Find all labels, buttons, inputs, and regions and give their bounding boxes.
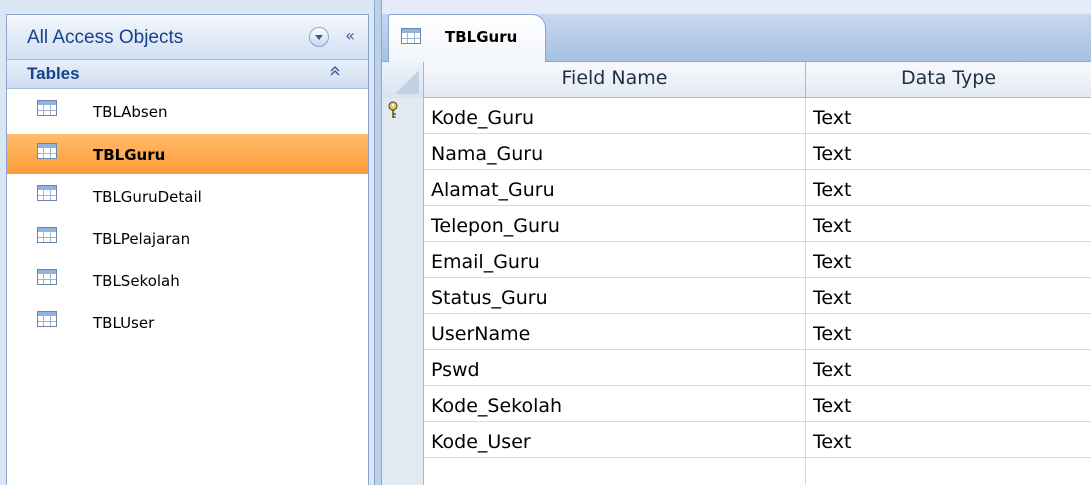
cell-field-name[interactable]: Telepon_Guru xyxy=(424,206,806,242)
table-icon xyxy=(37,185,57,201)
table-icon xyxy=(37,143,57,159)
cell-field-name[interactable]: Pswd xyxy=(424,350,806,386)
cell-data-type[interactable]: Text xyxy=(806,422,1091,458)
document-tab-bar: TBLGuru xyxy=(382,0,1091,62)
cell-data-type[interactable]: Text xyxy=(806,278,1091,314)
row-selector[interactable] xyxy=(382,350,424,386)
row-selector[interactable] xyxy=(382,386,424,422)
cell-data-type[interactable]: Text xyxy=(806,206,1091,242)
table-row[interactable]: Nama_Guru Text xyxy=(382,134,1091,170)
table-icon xyxy=(37,269,57,285)
nav-item-tblpelajaran[interactable]: TBLPelajaran xyxy=(7,216,368,258)
cell-data-type[interactable]: Text xyxy=(806,350,1091,386)
row-selector[interactable] xyxy=(382,98,424,134)
row-selector[interactable] xyxy=(382,278,424,314)
table-row[interactable]: Status_Guru Text xyxy=(382,278,1091,314)
nav-item-label: TBLPelajaran xyxy=(93,230,191,248)
cell-field-name[interactable]: Status_Guru xyxy=(424,278,806,314)
cell-field-name[interactable]: Nama_Guru xyxy=(424,134,806,170)
cell-field-name[interactable] xyxy=(424,458,806,485)
cell-field-name[interactable]: Kode_Guru xyxy=(424,98,806,134)
table-row[interactable]: Kode_Guru Text xyxy=(382,98,1091,134)
table-row[interactable] xyxy=(382,458,1091,485)
row-selector[interactable] xyxy=(382,170,424,206)
cell-data-type[interactable]: Text xyxy=(806,386,1091,422)
cell-data-type[interactable]: Text xyxy=(806,134,1091,170)
table-row[interactable]: Kode_Sekolah Text xyxy=(382,386,1091,422)
nav-item-label: TBLAbsen xyxy=(93,103,168,121)
navigation-pane-title[interactable]: All Access Objects xyxy=(27,27,183,49)
nav-item-label: TBLSekolah xyxy=(93,272,180,290)
design-grid: Field Name Data Type Kode_Guru Text Nama_G… xyxy=(382,62,1091,485)
navigation-pane-header[interactable]: All Access Objects « xyxy=(7,15,368,60)
nav-item-tblabsen[interactable]: TBLAbsen xyxy=(7,89,368,131)
cell-field-name[interactable]: Kode_Sekolah xyxy=(424,386,806,422)
chevron-down-icon[interactable] xyxy=(309,27,329,47)
cell-data-type[interactable] xyxy=(806,458,1091,485)
nav-item-label: TBLGuru xyxy=(93,146,166,164)
table-list: TBLAbsen TBLGuru TBLGuruDetail TBLPelajaran… xyxy=(7,89,368,342)
cell-field-name[interactable]: Kode_User xyxy=(424,422,806,458)
navigation-pane-body: All Access Objects « Tables TBLAbsen TBLG… xyxy=(6,14,369,485)
cell-field-name[interactable]: Alamat_Guru xyxy=(424,170,806,206)
collapse-group-icon[interactable] xyxy=(325,64,345,84)
cell-field-name[interactable]: UserName xyxy=(424,314,806,350)
row-selector[interactable] xyxy=(382,134,424,170)
table-icon xyxy=(37,311,57,327)
document-area: TBLGuru Field Name Data Type Kode_Guru Te… xyxy=(382,0,1091,485)
select-all-corner[interactable] xyxy=(382,62,424,98)
table-row[interactable]: Pswd Text xyxy=(382,350,1091,386)
group-title: Tables xyxy=(27,64,80,83)
nav-item-tblsekolah[interactable]: TBLSekolah xyxy=(7,258,368,300)
cell-data-type[interactable]: Text xyxy=(806,314,1091,350)
table-icon xyxy=(401,28,421,44)
nav-item-tblguru[interactable]: TBLGuru xyxy=(7,134,368,174)
navigation-pane: All Access Objects « Tables TBLAbsen TBLG… xyxy=(0,0,374,485)
nav-item-label: TBLGuruDetail xyxy=(93,188,202,206)
group-header-tables[interactable]: Tables xyxy=(7,60,368,89)
grid-header: Field Name Data Type xyxy=(382,62,1091,98)
row-selector[interactable] xyxy=(382,422,424,458)
table-icon xyxy=(37,227,57,243)
primary-key-icon xyxy=(388,101,398,118)
nav-item-tbluser[interactable]: TBLUser xyxy=(7,300,368,342)
nav-item-label: TBLUser xyxy=(93,314,155,332)
nav-item-tblgurudetail[interactable]: TBLGuruDetail xyxy=(7,174,368,216)
cell-data-type[interactable]: Text xyxy=(806,98,1091,134)
tab-label: TBLGuru xyxy=(445,28,518,46)
shutter-bar-close-icon[interactable]: « xyxy=(338,25,362,49)
row-selector[interactable] xyxy=(382,206,424,242)
row-selector[interactable] xyxy=(382,314,424,350)
table-row[interactable]: Telepon_Guru Text xyxy=(382,206,1091,242)
grid-rows: Kode_Guru Text Nama_Guru Text Alamat_Guru Tex… xyxy=(382,98,1091,485)
row-selector[interactable] xyxy=(382,242,424,278)
pane-splitter[interactable] xyxy=(374,0,382,485)
row-selector[interactable] xyxy=(382,458,424,485)
table-row[interactable]: UserName Text xyxy=(382,314,1091,350)
cell-field-name[interactable]: Email_Guru xyxy=(424,242,806,278)
column-header-field-name[interactable]: Field Name xyxy=(424,62,806,98)
table-row[interactable]: Alamat_Guru Text xyxy=(382,170,1091,206)
cell-data-type[interactable]: Text xyxy=(806,242,1091,278)
table-row[interactable]: Email_Guru Text xyxy=(382,242,1091,278)
tab-tblguru[interactable]: TBLGuru xyxy=(388,14,546,62)
column-header-data-type[interactable]: Data Type xyxy=(806,62,1091,98)
table-row[interactable]: Kode_User Text xyxy=(382,422,1091,458)
cell-data-type[interactable]: Text xyxy=(806,170,1091,206)
table-icon xyxy=(37,100,57,116)
